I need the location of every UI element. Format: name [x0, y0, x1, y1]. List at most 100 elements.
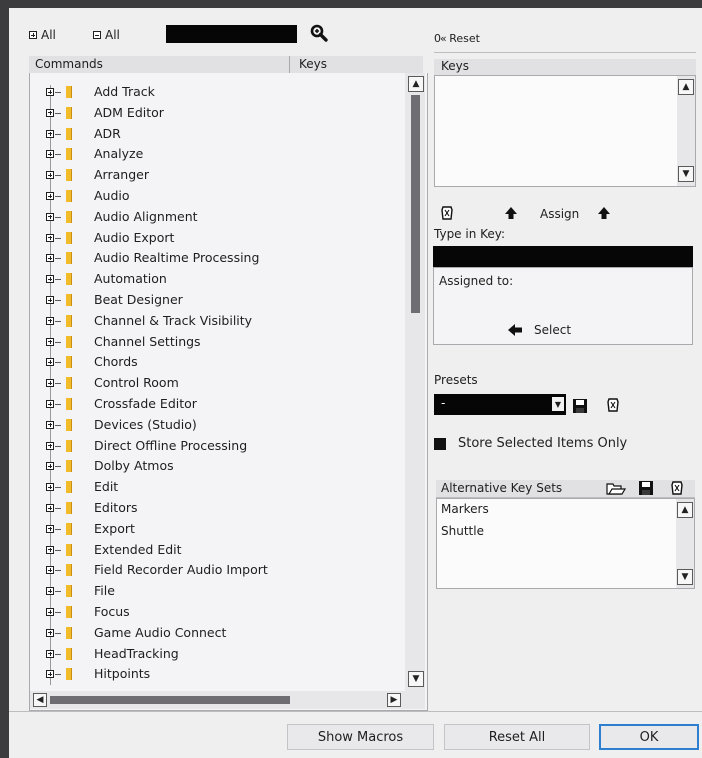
tree-item[interactable]: Devices (Studio) — [30, 415, 400, 436]
presets-dropdown[interactable]: - ▼ — [434, 394, 566, 415]
expand-icon[interactable] — [46, 628, 54, 637]
select-button[interactable]: Select — [534, 323, 571, 337]
tree-item[interactable]: Channel & Track Visibility — [30, 311, 400, 332]
collapse-all-button[interactable]: All — [93, 28, 120, 42]
list-item[interactable]: Markers — [441, 502, 489, 516]
expand-icon[interactable] — [46, 545, 54, 554]
tree-item[interactable]: Control Room — [30, 373, 400, 394]
expand-icon[interactable] — [46, 337, 54, 346]
expand-icon[interactable] — [46, 649, 54, 658]
expand-icon[interactable] — [46, 608, 54, 616]
tree-item[interactable]: ADR — [30, 124, 400, 145]
reset-all-button[interactable]: Reset All — [444, 724, 590, 750]
tree-item[interactable]: Audio — [30, 186, 400, 207]
tree-item[interactable]: Arranger — [30, 165, 400, 186]
store-selected-checkbox[interactable] — [434, 438, 446, 450]
expand-icon[interactable] — [46, 400, 54, 408]
commands-column-header[interactable]: Commands — [35, 57, 103, 71]
tree-item[interactable]: Hitpoints — [30, 664, 400, 685]
expand-icon[interactable] — [46, 254, 54, 263]
expand-icon[interactable] — [46, 275, 54, 284]
expand-icon[interactable] — [46, 129, 54, 138]
tree-item[interactable]: Focus — [30, 602, 400, 623]
tree-item[interactable]: Beat Designer — [30, 290, 400, 311]
scroll-down-icon[interactable]: ▼ — [408, 671, 424, 687]
expand-icon[interactable] — [46, 108, 54, 117]
assign-button[interactable]: Assign — [540, 207, 579, 221]
expand-icon[interactable] — [46, 670, 54, 679]
expand-icon[interactable] — [46, 88, 54, 96]
tree-connector — [55, 612, 61, 613]
tree-item[interactable]: ADM Editor — [30, 103, 400, 124]
tree-item[interactable]: Chords — [30, 352, 400, 373]
tree-item[interactable]: Channel Settings — [30, 332, 400, 353]
commands-vertical-scrollbar[interactable]: ▲ ▼ — [405, 73, 425, 691]
scroll-up-icon[interactable]: ▲ — [408, 76, 424, 92]
expand-icon[interactable] — [46, 150, 54, 159]
keys-vertical-scrollbar[interactable]: ▲ ▼ — [677, 76, 695, 186]
tree-item[interactable]: File — [30, 581, 400, 602]
expand-icon[interactable] — [46, 316, 54, 325]
expand-icon[interactable] — [46, 358, 54, 367]
delete-preset-icon[interactable] — [606, 397, 620, 413]
expand-icon[interactable] — [46, 212, 54, 221]
scroll-left-icon[interactable]: ◀ — [33, 693, 47, 707]
expand-icon[interactable] — [46, 483, 54, 492]
search-icon[interactable] — [309, 23, 329, 43]
tree-item[interactable]: Direct Offline Processing — [30, 436, 400, 457]
keys-list[interactable]: ▲ ▼ — [434, 75, 696, 187]
tree-item[interactable]: Crossfade Editor — [30, 394, 400, 415]
show-macros-button[interactable]: Show Macros — [287, 724, 434, 750]
tree-item[interactable]: Add Track — [30, 82, 400, 103]
expand-icon[interactable] — [46, 420, 54, 429]
store-selected-label[interactable]: Store Selected Items Only — [458, 436, 627, 451]
vertical-scroll-thumb[interactable] — [411, 95, 420, 313]
tree-item[interactable]: Automation — [30, 269, 400, 290]
tree-item[interactable]: Edit — [30, 477, 400, 498]
expand-icon[interactable] — [46, 441, 54, 450]
keys-column-header[interactable]: Keys — [299, 57, 327, 71]
horizontal-scroll-thumb[interactable] — [50, 696, 290, 704]
tree-item[interactable]: Game Audio Connect — [30, 623, 400, 644]
scroll-down-icon[interactable]: ▼ — [677, 569, 693, 585]
expand-icon[interactable] — [46, 566, 54, 575]
commands-horizontal-scrollbar[interactable]: ◀ ▶ — [30, 691, 425, 709]
expand-icon[interactable] — [46, 296, 54, 304]
tree-item[interactable]: Export — [30, 519, 400, 540]
expand-icon[interactable] — [46, 379, 54, 388]
scroll-up-icon[interactable]: ▲ — [677, 502, 693, 518]
ok-button[interactable]: OK — [599, 724, 699, 750]
scroll-right-icon[interactable]: ▶ — [387, 693, 401, 707]
tree-item[interactable]: Field Recorder Audio Import — [30, 560, 400, 581]
scroll-down-icon[interactable]: ▼ — [678, 166, 694, 182]
open-folder-icon[interactable] — [606, 480, 626, 496]
tree-item[interactable]: Editors — [30, 498, 400, 519]
tree-item[interactable]: Extended Edit — [30, 540, 400, 561]
delete-key-set-icon[interactable] — [670, 480, 684, 496]
save-icon[interactable] — [638, 480, 654, 496]
delete-icon[interactable] — [440, 205, 454, 221]
alt-key-sets-list[interactable]: Markers Shuttle ▲ ▼ — [436, 498, 695, 589]
type-in-key-field[interactable] — [433, 246, 693, 267]
scroll-up-icon[interactable]: ▲ — [678, 79, 694, 95]
tree-item[interactable]: Audio Export — [30, 228, 400, 249]
expand-icon[interactable] — [46, 462, 54, 471]
tree-item[interactable]: HeadTracking — [30, 644, 400, 665]
tree-item[interactable]: Audio Realtime Processing — [30, 248, 400, 269]
expand-icon[interactable] — [46, 192, 54, 200]
tree-item[interactable]: Analyze — [30, 144, 400, 165]
save-icon[interactable] — [572, 398, 588, 414]
list-item[interactable]: Shuttle — [441, 524, 484, 538]
tree-item[interactable]: Audio Alignment — [30, 207, 400, 228]
expand-icon[interactable] — [46, 171, 54, 180]
alt-key-sets-scrollbar[interactable]: ▲ ▼ — [676, 499, 694, 588]
tree-item[interactable]: Dolby Atmos — [30, 456, 400, 477]
expand-icon[interactable] — [46, 524, 54, 533]
expand-icon[interactable] — [46, 587, 54, 596]
expand-all-button[interactable]: All — [29, 28, 56, 42]
reset-button[interactable]: 0« Reset — [434, 32, 480, 45]
dropdown-arrow-icon[interactable]: ▼ — [552, 397, 564, 411]
expand-icon[interactable] — [46, 504, 54, 512]
expand-icon[interactable] — [46, 233, 54, 242]
search-input[interactable] — [166, 25, 297, 43]
